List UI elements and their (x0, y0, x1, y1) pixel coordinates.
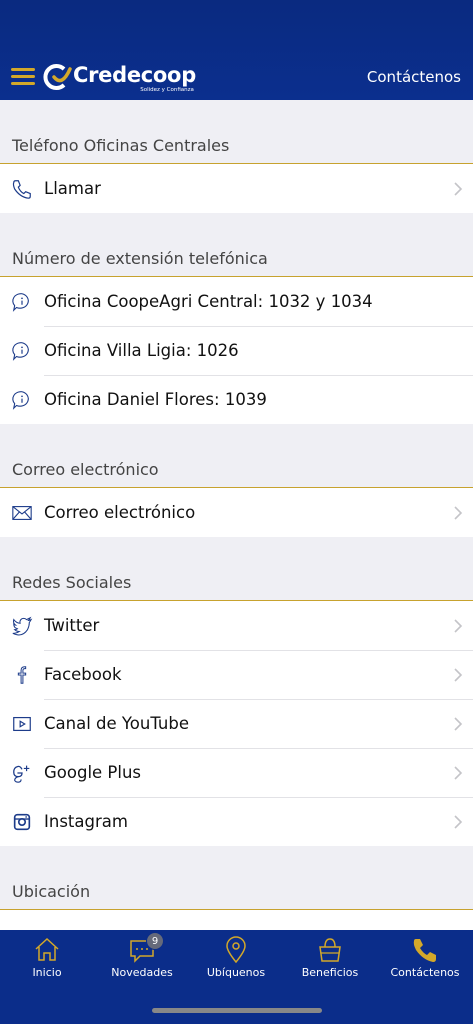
row-label: Google Plus (44, 763, 142, 782)
google-plus-row[interactable]: Google Plus (0, 748, 473, 797)
phone-icon (0, 178, 44, 200)
phone-icon (411, 936, 439, 964)
info-icon (0, 291, 44, 313)
instagram-icon (0, 811, 44, 833)
tab-contactenos[interactable]: Contáctenos (378, 930, 472, 990)
info-icon (0, 389, 44, 411)
row-label: Oficina CoopeAgri Central: 1032 y 1034 (44, 292, 373, 311)
row-label: Twitter (44, 616, 100, 635)
tab-novedades[interactable]: 9 Novedades (95, 930, 189, 990)
tab-inicio[interactable]: Inicio (0, 930, 94, 990)
facebook-row[interactable]: Facebook (0, 650, 473, 699)
google-plus-icon (0, 762, 44, 784)
section-header-phone: Teléfono Oficinas Centrales (0, 100, 473, 164)
home-icon (33, 936, 61, 964)
section-header-extensions: Número de extensión telefónica (0, 213, 473, 277)
brand-logo-mark (43, 64, 72, 90)
brand-logo: Credecoop Solidez y Confianza (42, 63, 196, 95)
section-group-location (0, 910, 473, 930)
tab-label: Ubíquenos (206, 966, 266, 979)
section-title: Teléfono Oficinas Centrales (12, 136, 230, 155)
menu-icon[interactable] (11, 68, 35, 86)
section-title: Redes Sociales (12, 573, 132, 592)
tab-beneficios[interactable]: Beneficios (283, 930, 377, 990)
row-label: Facebook (44, 665, 122, 684)
section-header-email: Correo electrónico (0, 424, 473, 488)
tab-label: Contáctenos (390, 966, 460, 979)
section-group-social: Twitter Facebook Canal de YouTube Google… (0, 601, 473, 846)
notification-badge: 9 (146, 932, 164, 950)
extension-row-central: Oficina CoopeAgri Central: 1032 y 1034 (0, 277, 473, 326)
row-label: Instagram (44, 812, 128, 831)
section-title: Número de extensión telefónica (12, 249, 268, 268)
brand-tagline: Solidez y Confianza (140, 87, 194, 93)
facebook-icon (0, 664, 44, 686)
location-pin-icon (222, 936, 250, 964)
youtube-row[interactable]: Canal de YouTube (0, 699, 473, 748)
instagram-row[interactable]: Instagram (0, 797, 473, 846)
email-row[interactable]: Correo electrónico (0, 488, 473, 537)
twitter-row[interactable]: Twitter (0, 601, 473, 650)
tab-label: Inicio (32, 966, 62, 979)
extension-row-villa-ligia: Oficina Villa Ligia: 1026 (0, 326, 473, 375)
section-title: Ubicación (12, 882, 91, 901)
shopping-bag-icon (316, 936, 344, 964)
contact-list[interactable]: Teléfono Oficinas Centrales Llamar Númer… (0, 100, 473, 930)
app-header: Credecoop Solidez y Confianza Contácteno… (0, 0, 473, 100)
twitter-icon (0, 615, 44, 637)
section-group-extensions: Oficina CoopeAgri Central: 1032 y 1034 O… (0, 277, 473, 424)
youtube-icon (0, 713, 44, 735)
tab-label: Novedades (111, 966, 173, 979)
chevron-right-icon (443, 667, 473, 683)
row-label: Oficina Daniel Flores: 1039 (44, 390, 267, 409)
section-title: Correo electrónico (12, 460, 159, 479)
section-group-phone: Llamar (0, 164, 473, 213)
chevron-right-icon (443, 814, 473, 830)
section-header-location: Ubicación (0, 846, 473, 910)
contact-header-button[interactable]: Contáctenos (367, 68, 461, 86)
mail-icon (0, 502, 44, 524)
info-icon (0, 340, 44, 362)
extension-row-daniel-flores: Oficina Daniel Flores: 1039 (0, 375, 473, 424)
tab-label: Beneficios (301, 966, 359, 979)
chevron-right-icon (443, 505, 473, 521)
chevron-right-icon (443, 716, 473, 732)
row-label: Llamar (44, 179, 101, 198)
chevron-right-icon (443, 181, 473, 197)
row-label: Canal de YouTube (44, 714, 189, 733)
section-group-email: Correo electrónico (0, 488, 473, 537)
row-label: Correo electrónico (44, 503, 196, 522)
brand-name: Credecoop (73, 63, 196, 87)
chevron-right-icon (443, 618, 473, 634)
row-label: Oficina Villa Ligia: 1026 (44, 341, 239, 360)
home-indicator[interactable] (152, 1008, 322, 1013)
section-header-social: Redes Sociales (0, 537, 473, 601)
chat-icon: 9 (128, 932, 164, 964)
tab-ubiquenos[interactable]: Ubíquenos (189, 930, 283, 990)
chevron-right-icon (443, 765, 473, 781)
call-row[interactable]: Llamar (0, 164, 473, 213)
